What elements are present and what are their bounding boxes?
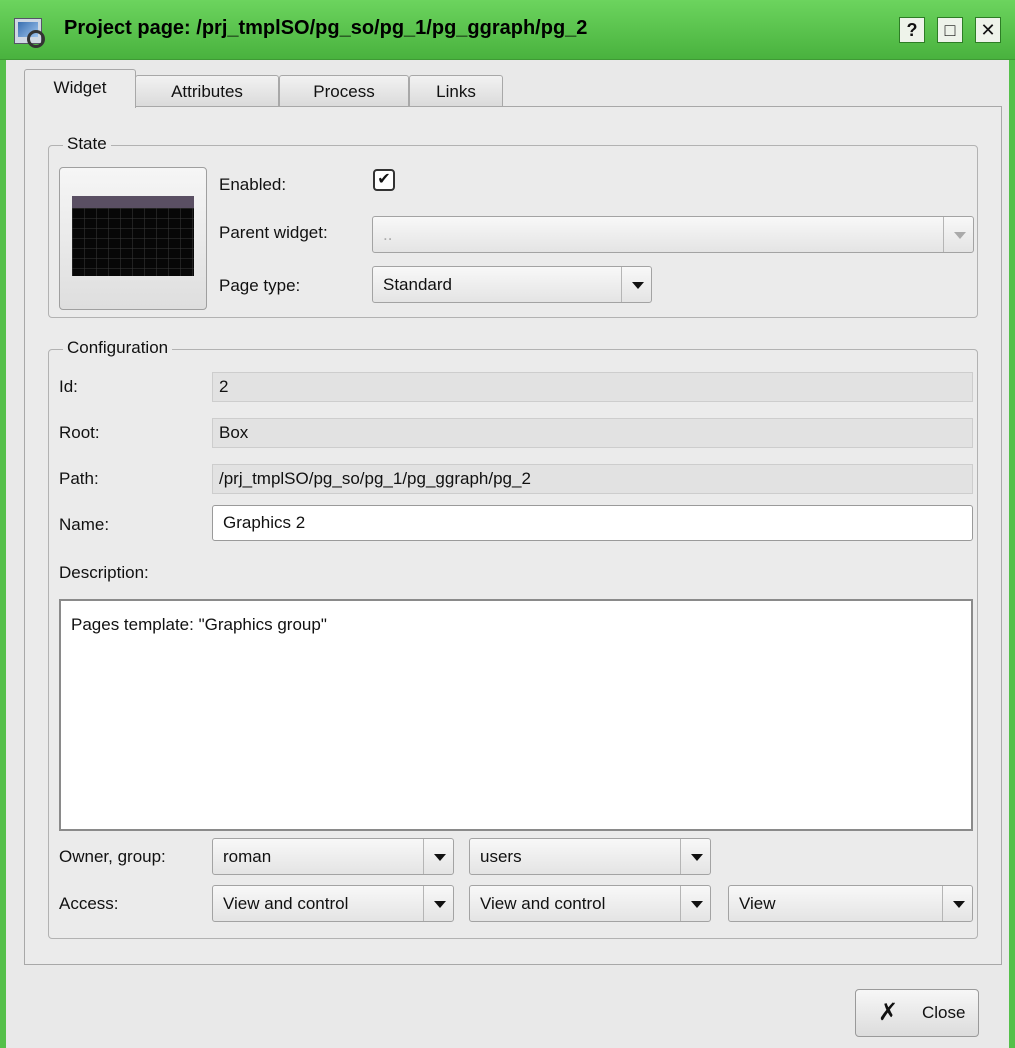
close-button-label: Close: [922, 1003, 966, 1022]
parent-widget-value: ..: [383, 225, 393, 244]
access-other-value: View: [739, 894, 776, 913]
check-icon: ✔: [377, 171, 391, 188]
chevron-down-icon: [680, 839, 710, 874]
description-text: Pages template: "Graphics group": [71, 615, 327, 634]
owner-value: roman: [223, 847, 272, 866]
tab-process[interactable]: Process: [279, 75, 409, 108]
access-owner-value: View and control: [223, 894, 349, 913]
tab-panel-widget: State Enabled: ✔ Parent widget: .. Page …: [24, 106, 1002, 965]
group-select[interactable]: users: [469, 838, 711, 875]
configuration-group-title: Configuration: [63, 338, 173, 358]
chevron-down-icon: [423, 839, 453, 874]
path-label: Path:: [59, 469, 99, 488]
access-label: Access:: [59, 894, 119, 913]
root-label: Root:: [59, 423, 100, 442]
close-window-button[interactable]: ✕: [975, 17, 1001, 43]
path-field: /prj_tmplSO/pg_so/pg_1/pg_ggraph/pg_2: [212, 464, 973, 494]
id-label: Id:: [59, 377, 78, 396]
window-title: Project page: /prj_tmplSO/pg_so/pg_1/pg_…: [64, 17, 588, 39]
widget-preview-button[interactable]: [59, 167, 207, 310]
description-label: Description:: [59, 563, 149, 582]
enabled-label: Enabled:: [219, 175, 287, 194]
tab-attributes[interactable]: Attributes: [135, 75, 279, 108]
chevron-down-icon: [942, 886, 972, 921]
root-field: Box: [212, 418, 973, 448]
name-label: Name:: [59, 515, 110, 534]
id-field: 2: [212, 372, 973, 402]
page-type-select[interactable]: Standard: [372, 266, 652, 303]
group-value: users: [480, 847, 522, 866]
access-owner-select[interactable]: View and control: [212, 885, 454, 922]
access-group-value: View and control: [480, 894, 606, 913]
name-input[interactable]: Graphics 2: [212, 505, 973, 541]
chevron-down-icon: [621, 267, 651, 302]
chevron-down-icon: [423, 886, 453, 921]
state-group-title: State: [63, 134, 111, 154]
owner-select[interactable]: roman: [212, 838, 454, 875]
title-bar[interactable]: Project page: /prj_tmplSO/pg_so/pg_1/pg_…: [0, 0, 1015, 60]
help-button[interactable]: ?: [899, 17, 925, 43]
tab-links[interactable]: Links: [409, 75, 503, 108]
enabled-checkbox[interactable]: ✔: [373, 169, 395, 191]
chevron-down-icon: [680, 886, 710, 921]
chevron-down-icon: [943, 217, 973, 252]
owner-group-label: Owner, group:: [59, 847, 166, 866]
widget-preview-image: [72, 196, 194, 276]
page-type-label: Page type:: [219, 276, 301, 295]
maximize-button[interactable]: □: [937, 17, 963, 43]
close-button[interactable]: ✗ Close: [855, 989, 979, 1037]
page-type-value: Standard: [383, 275, 452, 294]
tab-widget[interactable]: Widget: [24, 69, 136, 108]
description-textarea[interactable]: Pages template: "Graphics group": [59, 599, 973, 831]
access-other-select[interactable]: View: [728, 885, 973, 922]
access-group-select[interactable]: View and control: [469, 885, 711, 922]
x-icon: ✗: [878, 999, 899, 1026]
parent-widget-select[interactable]: ..: [372, 216, 974, 253]
app-window-icon: [14, 18, 45, 48]
parent-widget-label: Parent widget:: [219, 223, 328, 242]
